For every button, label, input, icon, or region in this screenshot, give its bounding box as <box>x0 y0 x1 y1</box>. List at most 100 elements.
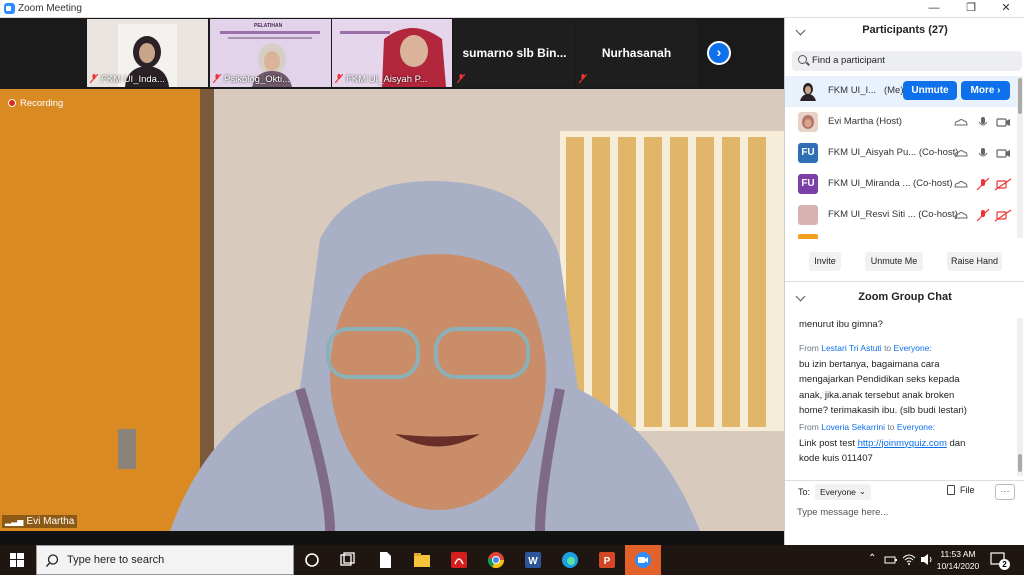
unmute-button[interactable]: Unmute <box>903 81 957 100</box>
unmute-me-button[interactable]: Unmute Me <box>865 252 923 271</box>
muted-mic-icon <box>335 74 343 83</box>
recipient-select[interactable]: Everyone ⌄ <box>815 484 871 500</box>
to-label: To: <box>798 487 811 497</box>
avatar: FU <box>798 174 818 194</box>
tile-name: FKM UI_Aisyah P... <box>335 74 428 85</box>
avatar <box>798 205 818 225</box>
word-icon[interactable]: W <box>523 550 543 570</box>
more-button[interactable]: More › <box>961 81 1010 100</box>
muted-indicator <box>579 74 590 85</box>
avatar: FU <box>798 143 818 163</box>
window-title: Zoom Meeting <box>18 3 82 14</box>
recipient-name[interactable]: Everyone: <box>897 422 935 432</box>
title-bar: Zoom Meeting — ❐ ✕ <box>0 0 1024 18</box>
chat-message-input[interactable]: Type message here... <box>797 507 888 518</box>
avatar <box>798 234 818 239</box>
chat-more-button[interactable]: ··· <box>995 484 1015 500</box>
muted-mic-icon <box>579 74 587 83</box>
divider <box>785 480 1024 481</box>
sender-name[interactable]: Lestari Tri Astuti <box>821 343 881 353</box>
zoom-logo-icon <box>4 3 15 14</box>
system-clock[interactable]: 11:53 AM 10/14/2020 <box>935 548 981 572</box>
active-speaker-video: Recording ▂▃▅ Evi Martha <box>0 89 784 531</box>
notification-count-badge: 2 <box>999 559 1010 570</box>
recording-indicator: Recording <box>8 98 63 109</box>
quiz-link[interactable]: http://joinmyquiz.com <box>858 438 947 449</box>
svg-text:P: P <box>604 556 611 567</box>
speaker-video-frame-icon <box>0 89 784 531</box>
powerpoint-icon[interactable]: P <box>597 550 617 570</box>
participant-row[interactable]: FKM UI_I... (Me) Unmute More › <box>785 76 1017 107</box>
video-tile[interactable]: FKM UI_Aisyah P... <box>332 19 452 87</box>
chat-line: Link post test http://joinmyquiz.com dan <box>799 437 966 449</box>
svg-text:W: W <box>528 556 538 567</box>
raise-hand-button[interactable]: Raise Hand <box>947 252 1002 271</box>
muted-mic-icon <box>457 74 465 83</box>
task-view-icon[interactable] <box>338 550 358 570</box>
zoom-app-icon <box>635 552 651 568</box>
participant-search-input[interactable]: Find a participant <box>792 51 1022 71</box>
chat-message-text: menurut ibu gimna? <box>799 319 883 330</box>
file-button[interactable]: File <box>947 485 975 495</box>
document-app-icon[interactable] <box>375 550 395 570</box>
participant-name: FKM UI_I... (Me) <box>828 85 904 96</box>
status-icons <box>954 148 1010 158</box>
video-tile[interactable]: FKM UI_Inda... <box>87 19 208 87</box>
invite-button[interactable]: Invite <box>809 252 841 271</box>
muted-mic-icon <box>90 74 98 83</box>
chrome-icon[interactable] <box>486 550 506 570</box>
zoom-taskbar-button[interactable] <box>625 545 661 575</box>
record-dot-icon <box>8 99 16 107</box>
chat-line: anak, jika.anak tersebut anak broken <box>799 389 955 401</box>
maximize-button[interactable]: ❐ <box>954 0 988 18</box>
file-explorer-icon[interactable] <box>412 550 432 570</box>
search-icon <box>798 55 807 64</box>
recipient-name[interactable]: Everyone: <box>894 343 932 353</box>
participants-title: Participants (27) <box>862 24 948 36</box>
battery-icon[interactable] <box>884 554 898 566</box>
chat-title: Zoom Group Chat <box>858 291 952 303</box>
minimize-button[interactable]: — <box>917 0 951 18</box>
video-icon <box>996 118 1007 127</box>
participant-name: FKM UI_Miranda ... (Co-host) <box>828 178 953 189</box>
chat-scrollbar[interactable] <box>1017 318 1023 476</box>
next-page-arrow-icon[interactable]: › <box>707 41 731 65</box>
acrobat-reader-icon[interactable] <box>449 550 469 570</box>
side-panel: Participants (27) Find a participant FKM… <box>784 18 1024 545</box>
video-thumbnail-strip: FKM UI_Inda... PELATIHAN Psikolog_Okti..… <box>0 18 784 89</box>
video-tile[interactable]: PELATIHAN Psikolog_Okti... <box>210 19 331 87</box>
muted-indicator <box>457 74 468 85</box>
sender-name[interactable]: Loveria Sekarrini <box>821 422 885 432</box>
scroll-thumb[interactable] <box>1018 78 1022 114</box>
chat-message: From Lestari Tri Astuti to Everyone: bu … <box>799 341 1009 419</box>
video-tile[interactable]: Nurhasanah <box>576 19 697 87</box>
slide-heading: PELATIHAN <box>254 23 283 29</box>
participant-row[interactable]: FU FKM UI_Aisyah Pu... (Co-host) <box>785 138 1017 169</box>
search-icon <box>46 554 59 567</box>
edge-icon[interactable] <box>560 550 580 570</box>
muted-mic-icon <box>213 74 221 83</box>
show-hidden-icons-chevron-up-icon[interactable]: ⌃ <box>868 553 876 564</box>
notification-center-button[interactable]: 2 <box>990 551 1010 570</box>
chat-sender-line: From Loveria Sekarrini to Everyone: <box>799 422 936 432</box>
wifi-icon[interactable] <box>902 553 916 566</box>
taskbar-search-input[interactable]: Type here to search <box>36 545 294 575</box>
chat-line: home? terimakasih ibu. (slb budi lestari… <box>799 405 967 416</box>
participant-row[interactable]: Evi Martha (Host) <box>785 107 1017 138</box>
status-icons <box>954 117 1010 127</box>
participants-scrollbar[interactable] <box>1017 76 1023 238</box>
windows-start-icon[interactable] <box>10 553 24 567</box>
status-icons <box>954 209 1012 222</box>
video-bottom-edge <box>0 531 784 545</box>
participant-row[interactable]: FKM UI_Resvi Siti ... (Co-host) <box>785 200 1017 231</box>
volume-icon[interactable] <box>920 553 934 566</box>
tile-name: sumarno slb Bin... <box>462 46 567 60</box>
video-tile[interactable]: sumarno slb Bin... <box>454 19 575 87</box>
participant-row[interactable]: FU FKM UI_Miranda ... (Co-host) <box>785 169 1017 200</box>
participant-name: Evi Martha (Host) <box>828 116 902 127</box>
scroll-thumb[interactable] <box>1018 454 1022 472</box>
tile-name: Nurhasanah <box>601 46 672 60</box>
cortana-icon[interactable] <box>302 550 322 570</box>
windows-taskbar: Type here to search W P ⌃ 11:53 AM 10/14/… <box>0 545 1024 575</box>
close-button[interactable]: ✕ <box>989 0 1023 18</box>
